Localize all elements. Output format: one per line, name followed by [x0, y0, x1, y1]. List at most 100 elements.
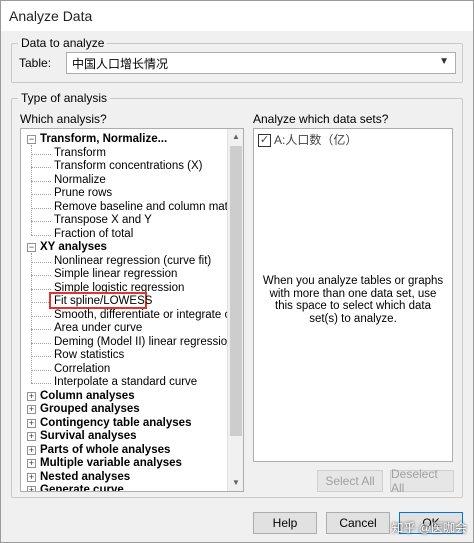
scroll-down-icon[interactable]: ▼	[228, 475, 243, 491]
datasets-list[interactable]: ✓ A:人口数（亿） When you analyze tables or gra…	[253, 128, 453, 462]
tree-group-label: Column analyses	[40, 389, 135, 402]
plus-box-icon[interactable]: +	[27, 472, 36, 482]
tree-item-label: Deming (Model II) linear regression	[54, 335, 234, 348]
tree-item[interactable]: Transform concentrations (X)	[54, 160, 202, 173]
minus-box-icon[interactable]: −	[27, 135, 36, 144]
tree-item-label: Area under curve	[54, 322, 143, 334]
plus-box-icon[interactable]: +	[27, 459, 36, 468]
tree-group-label: Survival analyses	[40, 430, 137, 442]
scrollbar-thumb[interactable]	[230, 146, 242, 436]
analysis-tree-scrollbar[interactable]: ▲ ▼	[227, 129, 243, 491]
data-to-analyze-caption: Data to analyze	[18, 36, 108, 50]
tree-item-label: Nonlinear regression (curve fit)	[54, 254, 212, 267]
tree-group-label: Grouped analyses	[40, 403, 140, 415]
tree-item-label: Transform concentrations (X)	[54, 160, 203, 172]
tree-connector	[31, 315, 51, 317]
tree-item[interactable]: Fit spline/LOWESS	[54, 295, 152, 308]
plus-box-icon[interactable]: +	[27, 405, 36, 414]
tree-connector	[31, 302, 51, 303]
table-select[interactable]: 中国人口增长情况 ▼	[66, 52, 456, 74]
tree-group-label: Multiple variable analyses	[40, 457, 182, 469]
tree-connector	[31, 356, 51, 357]
plus-box-icon[interactable]: +	[27, 445, 36, 455]
tree-group[interactable]: + Contingency table analyses	[27, 417, 191, 430]
tree-item-label: Normalize	[54, 173, 106, 186]
tree-item[interactable]: Deming (Model II) linear regression	[54, 336, 234, 349]
checkmark-icon: ✓	[259, 134, 270, 146]
tree-connector	[31, 180, 51, 182]
tree-item[interactable]: Simple linear regression	[54, 268, 177, 281]
tree-group[interactable]: + Survival analyses	[27, 430, 137, 443]
analysis-tree[interactable]: − Transform, Normalize... Transform Transfo…	[20, 128, 244, 492]
tree-group[interactable]: + Grouped analyses	[27, 403, 140, 416]
table-select-value: 中国人口增长情况	[72, 56, 169, 71]
tree-item-label: Correlation	[54, 362, 111, 375]
tree-group-label: Generate curve	[40, 484, 124, 492]
tree-group-label: Nested analyses	[40, 470, 131, 483]
scroll-up-icon[interactable]: ▲	[228, 129, 243, 145]
tree-connector	[31, 288, 51, 290]
tree-item[interactable]: Smooth, differentiate or integrate curve	[54, 308, 244, 322]
tree-group[interactable]: + Multiple variable analyses	[27, 457, 182, 470]
tree-item-label: Interpolate a standard curve	[54, 376, 198, 388]
plus-box-icon[interactable]: +	[27, 486, 36, 491]
plus-box-icon[interactable]: +	[27, 432, 36, 441]
tree-item[interactable]: Remove baseline and column math	[54, 201, 234, 214]
tree-connector	[31, 342, 51, 344]
tree-item[interactable]: Area under curve	[54, 322, 142, 335]
tree-connector	[31, 167, 51, 168]
deselect-all-button[interactable]: Deselect All	[390, 467, 454, 495]
tree-item[interactable]: Transform	[54, 147, 106, 160]
tree-group[interactable]: − XY analyses	[27, 241, 107, 254]
tree-connector	[31, 369, 51, 371]
tree-item-label: Transform	[54, 146, 106, 159]
tree-item[interactable]: Normalize	[54, 174, 106, 187]
tree-item[interactable]: Row statistics	[54, 349, 124, 362]
tree-group-label: Transform, Normalize...	[40, 133, 168, 145]
tree-connector	[31, 194, 51, 195]
tree-connector	[31, 145, 32, 235]
data-to-analyze-group: Data to analyze Table: 中国人口增长情况 ▼	[11, 36, 463, 83]
plus-box-icon[interactable]: +	[27, 391, 36, 401]
dataset-label: A:人口数（亿）	[274, 133, 358, 147]
tree-item[interactable]: Correlation	[54, 363, 110, 376]
which-analysis-label: Which analysis?	[20, 112, 107, 126]
tree-connector	[31, 383, 51, 384]
watermark: 知乎 @医咖会	[391, 521, 467, 535]
cancel-button[interactable]: Cancel	[326, 512, 390, 534]
tree-item-label: Transpose X and Y	[54, 214, 152, 226]
tree-connector	[31, 234, 51, 236]
dataset-checkbox[interactable]: ✓	[258, 134, 271, 147]
tree-item-label: Row statistics	[54, 349, 125, 361]
tree-item[interactable]: Interpolate a standard curve	[54, 376, 197, 389]
tree-group[interactable]: + Nested analyses	[27, 471, 130, 484]
tree-item[interactable]: Nonlinear regression (curve fit)	[54, 255, 211, 268]
tree-item-label: Smooth, differentiate or integrate curve	[54, 308, 244, 321]
tree-connector	[31, 253, 32, 383]
tree-connector	[31, 221, 51, 222]
window-title: Analyze Data	[1, 1, 473, 31]
tree-item[interactable]: Transpose X and Y	[54, 214, 152, 227]
tree-connector	[31, 261, 51, 263]
tree-group[interactable]: + Column analyses	[27, 390, 135, 403]
tree-group-label: Contingency table analyses	[40, 416, 192, 429]
tree-connector	[31, 275, 51, 276]
select-all-button[interactable]: Select All	[317, 470, 383, 492]
tree-group[interactable]: + Generate curve	[27, 484, 124, 492]
dataset-item[interactable]: ✓ A:人口数（亿）	[258, 133, 357, 148]
tree-item[interactable]: Prune rows	[54, 187, 112, 200]
table-label: Table:	[19, 56, 52, 70]
tree-item[interactable]: Fraction of total	[54, 228, 133, 241]
minus-box-icon[interactable]: −	[27, 243, 36, 252]
tree-connector	[31, 153, 51, 155]
tree-group[interactable]: + Parts of whole analyses	[27, 444, 170, 457]
tree-connector	[31, 329, 51, 330]
tree-group[interactable]: − Transform, Normalize...	[27, 133, 167, 146]
datasets-hint: When you analyze tables or graphs with m…	[262, 275, 444, 325]
tree-item-label: Fit spline/LOWESS	[54, 295, 153, 307]
help-button[interactable]: Help	[253, 512, 317, 534]
plus-box-icon[interactable]: +	[27, 418, 36, 428]
tree-item-label: Simple linear regression	[54, 268, 178, 280]
tree-item-label: Remove baseline and column math	[54, 200, 235, 213]
type-of-analysis-caption: Type of analysis	[18, 91, 111, 105]
